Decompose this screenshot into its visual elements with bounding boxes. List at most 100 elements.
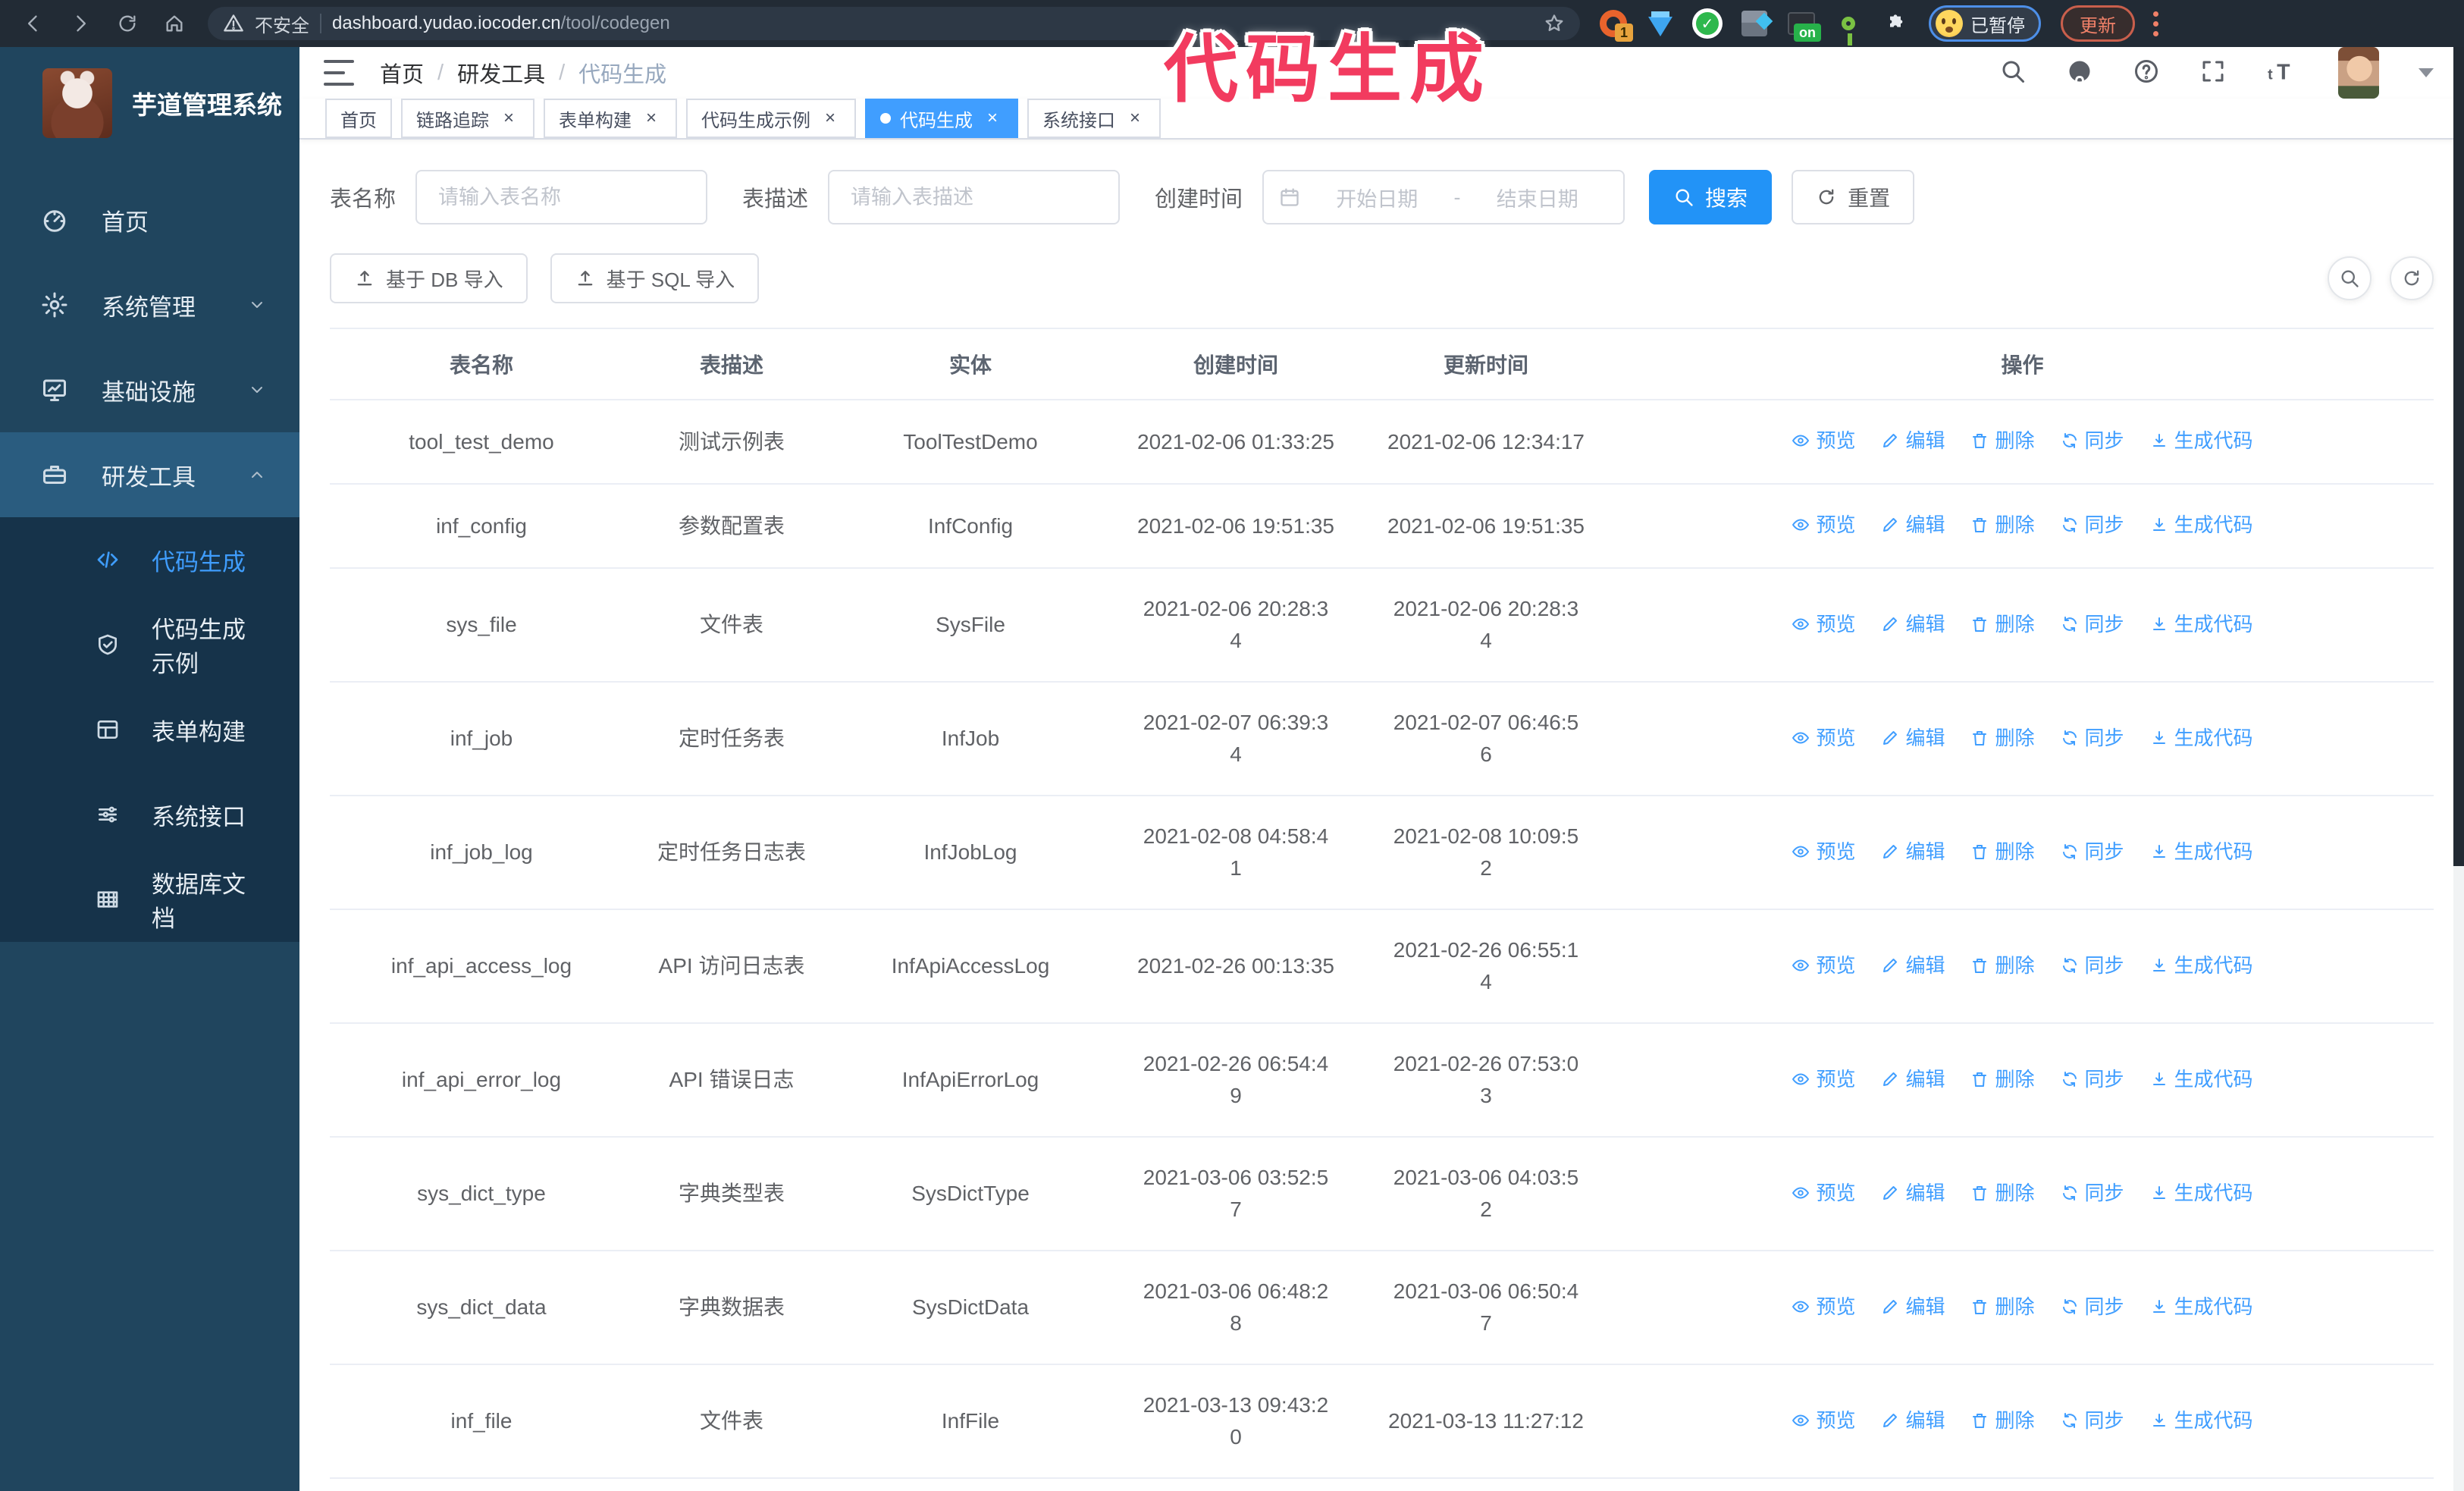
github-button[interactable] [2066, 58, 2093, 89]
refresh-table-button[interactable] [2390, 256, 2434, 300]
action-编辑[interactable]: 编辑 [1881, 950, 1945, 981]
action-编辑[interactable]: 编辑 [1881, 1177, 1945, 1209]
action-生成代码[interactable]: 生成代码 [2150, 1177, 2253, 1209]
breadcrumb-item-首页[interactable]: 首页 [380, 57, 424, 89]
action-预览[interactable]: 预览 [1792, 950, 1855, 981]
action-生成代码[interactable]: 生成代码 [2150, 722, 2253, 754]
action-预览[interactable]: 预览 [1792, 722, 1855, 754]
scrollbar-thumb[interactable] [2453, 47, 2464, 866]
security-warning-icon[interactable] [223, 13, 244, 34]
tab-close-icon[interactable]: × [1124, 108, 1146, 129]
sidebar-item-研发工具[interactable]: 研发工具 [0, 432, 299, 517]
tab-close-icon[interactable]: × [820, 108, 841, 129]
browser-back-button[interactable] [14, 4, 53, 43]
action-生成代码[interactable]: 生成代码 [2150, 1405, 2253, 1436]
action-删除[interactable]: 删除 [1970, 1063, 2035, 1095]
tab-首页[interactable]: 首页 [325, 99, 392, 138]
sidebar-subitem-系统接口[interactable]: 系统接口 [0, 772, 299, 857]
action-生成代码[interactable]: 生成代码 [2150, 425, 2253, 457]
action-删除[interactable]: 删除 [1970, 1291, 2035, 1323]
dark-on-extension[interactable]: on [1786, 8, 1821, 42]
tab-代码生成[interactable]: 代码生成 × [865, 99, 1018, 138]
action-生成代码[interactable]: 生成代码 [2150, 836, 2253, 868]
date-range-picker[interactable]: 开始日期 - 结束日期 [1262, 170, 1625, 224]
table-name-input[interactable] [415, 170, 708, 224]
action-编辑[interactable]: 编辑 [1881, 1063, 1945, 1095]
action-删除[interactable]: 删除 [1970, 722, 2035, 754]
window-scrollbar[interactable] [2453, 47, 2464, 1491]
sidebar-subitem-表单构建[interactable]: 表单构建 [0, 687, 299, 772]
action-编辑[interactable]: 编辑 [1881, 836, 1945, 868]
orange-ring-extension[interactable]: 1 [1598, 8, 1633, 42]
action-同步[interactable]: 同步 [2061, 608, 2124, 640]
action-删除[interactable]: 删除 [1970, 608, 2035, 640]
bookmark-star-icon[interactable] [1544, 13, 1565, 34]
action-预览[interactable]: 预览 [1792, 608, 1855, 640]
action-编辑[interactable]: 编辑 [1881, 1291, 1945, 1323]
action-同步[interactable]: 同步 [2061, 509, 2124, 541]
tab-链路追踪[interactable]: 链路追踪 × [401, 99, 534, 138]
action-同步[interactable]: 同步 [2061, 722, 2124, 754]
reset-button[interactable]: 重置 [1792, 170, 1915, 224]
browser-update-button[interactable]: 更新 [2061, 5, 2135, 42]
browser-reload-button[interactable] [108, 4, 147, 43]
tab-系统接口[interactable]: 系统接口 × [1027, 99, 1161, 138]
search-button[interactable]: 搜索 [1649, 170, 1773, 224]
action-预览[interactable]: 预览 [1792, 425, 1855, 457]
action-同步[interactable]: 同步 [2061, 1291, 2124, 1323]
action-生成代码[interactable]: 生成代码 [2150, 608, 2253, 640]
sidebar-toggle-button[interactable] [324, 60, 354, 86]
tab-close-icon[interactable]: × [641, 108, 662, 129]
browser-menu-button[interactable] [2144, 7, 2167, 40]
action-编辑[interactable]: 编辑 [1881, 1405, 1945, 1436]
action-同步[interactable]: 同步 [2061, 1063, 2124, 1095]
action-预览[interactable]: 预览 [1792, 509, 1855, 541]
action-同步[interactable]: 同步 [2061, 836, 2124, 868]
import-db-button[interactable]: 基于 DB 导入 [330, 253, 528, 303]
sidebar-item-基础设施[interactable]: 基础设施 [0, 347, 299, 432]
action-编辑[interactable]: 编辑 [1881, 608, 1945, 640]
tab-代码生成示例[interactable]: 代码生成示例 × [686, 99, 856, 138]
action-同步[interactable]: 同步 [2061, 1177, 2124, 1209]
browser-forward-button[interactable] [61, 4, 100, 43]
puzzle-extension[interactable] [1880, 8, 1911, 39]
action-生成代码[interactable]: 生成代码 [2150, 1063, 2253, 1095]
action-预览[interactable]: 预览 [1792, 1405, 1855, 1436]
import-sql-button[interactable]: 基于 SQL 导入 [550, 253, 760, 303]
action-删除[interactable]: 删除 [1970, 509, 2035, 541]
action-编辑[interactable]: 编辑 [1881, 509, 1945, 541]
tab-close-icon[interactable]: × [982, 108, 1003, 129]
action-生成代码[interactable]: 生成代码 [2150, 950, 2253, 981]
action-预览[interactable]: 预览 [1792, 836, 1855, 868]
sidebar-subitem-代码生成示例[interactable]: 代码生成示例 [0, 602, 299, 687]
search-button[interactable] [1999, 58, 2027, 89]
action-编辑[interactable]: 编辑 [1881, 425, 1945, 457]
action-删除[interactable]: 删除 [1970, 1177, 2035, 1209]
sidebar-item-系统管理[interactable]: 系统管理 [0, 262, 299, 347]
tab-close-icon[interactable]: × [498, 108, 519, 129]
tab-表单构建[interactable]: 表单构建 × [544, 99, 677, 138]
action-预览[interactable]: 预览 [1792, 1063, 1855, 1095]
breadcrumb-item-研发工具[interactable]: 研发工具 [457, 57, 545, 89]
blue-gem-extension[interactable] [1645, 8, 1676, 39]
toggle-search-button[interactable] [2328, 256, 2372, 300]
action-生成代码[interactable]: 生成代码 [2150, 1291, 2253, 1323]
font-size-button[interactable]: tT [2266, 58, 2299, 89]
action-同步[interactable]: 同步 [2061, 950, 2124, 981]
sidebar-subitem-数据库文档[interactable]: 数据库文档 [0, 857, 299, 942]
green-key-extension[interactable] [1833, 8, 1864, 46]
action-生成代码[interactable]: 生成代码 [2150, 509, 2253, 541]
action-同步[interactable]: 同步 [2061, 1405, 2124, 1436]
sidebar-logo-row[interactable]: 芋道管理系统 [0, 47, 299, 158]
user-avatar[interactable] [2338, 47, 2379, 99]
browser-profile-chip[interactable]: 已暂停 [1929, 5, 2041, 42]
action-预览[interactable]: 预览 [1792, 1177, 1855, 1209]
caret-down-icon[interactable] [2419, 68, 2434, 77]
action-删除[interactable]: 删除 [1970, 1405, 2035, 1436]
gray-grid-extension[interactable] [1739, 8, 1773, 39]
fullscreen-button[interactable] [2199, 58, 2227, 89]
action-删除[interactable]: 删除 [1970, 425, 2035, 457]
action-预览[interactable]: 预览 [1792, 1291, 1855, 1323]
sidebar-item-首页[interactable]: 首页 [0, 177, 299, 262]
question-button[interactable] [2133, 58, 2160, 89]
